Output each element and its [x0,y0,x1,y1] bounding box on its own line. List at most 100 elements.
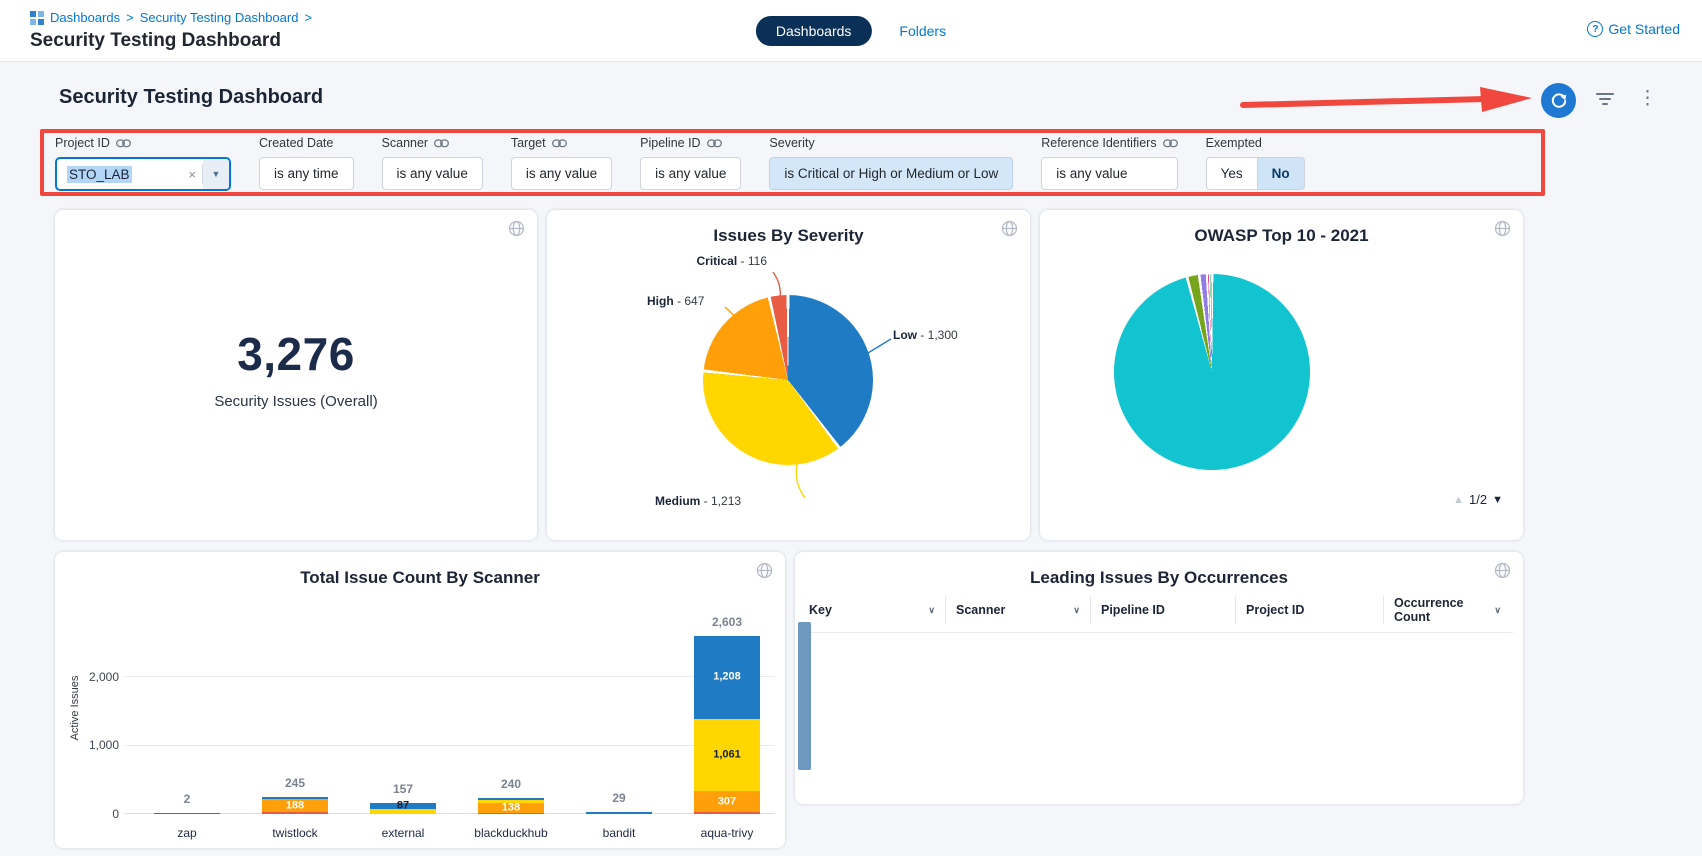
column-header-project-id[interactable]: Project ID [1235,596,1383,624]
bar-zap[interactable] [154,813,220,814]
page-up-icon[interactable]: ▲ [1453,494,1464,506]
owasp-pie-chart[interactable] [1114,274,1310,470]
breadcrumb-separator: > [126,10,134,25]
get-started-link[interactable]: ? Get Started [1587,21,1680,37]
bar-segment-high[interactable]: 307 [694,791,760,812]
filter-severity: Severity is Critical or High or Medium o… [769,136,1013,190]
x-axis-label-bandit: bandit [565,826,673,840]
page-title: Security Testing Dashboard [30,30,281,52]
bar-column-zap: 2zap [133,612,241,814]
breadcrumb: Dashboards > Security Testing Dashboard … [30,10,312,25]
project-id-value: STO_LAB [67,166,132,183]
bar-segment-high[interactable]: 138 [478,803,544,813]
bar-segment-critical[interactable] [262,812,328,814]
bar-segment-critical[interactable] [694,812,760,814]
target-chip[interactable]: is any value [511,157,612,190]
breadcrumb-separator: > [304,10,312,25]
severity-pie-chart[interactable] [703,295,873,465]
breadcrumb-link-current[interactable]: Security Testing Dashboard [140,10,299,25]
scanner-chip[interactable]: is any value [382,157,483,190]
clear-icon[interactable]: × [182,167,202,182]
globe-icon [1001,220,1018,237]
bar-blackduckhub[interactable]: 138 [478,798,544,814]
filter-label: Created Date [259,136,333,150]
card-total-issue-count-by-scanner: Total Issue Count By Scanner Active Issu… [55,552,785,848]
bar-segment-low[interactable]: 87 [370,803,436,809]
bar-column-external: 15787external [349,612,457,814]
column-header-key[interactable]: Key∨ [807,596,945,624]
bar-segment-value: 307 [694,796,760,807]
card-owasp-top-10: OWASP Top 10 - 2021 ▲ 1/2 ▼ [1040,210,1523,540]
pipeline-id-chip[interactable]: is any value [640,157,741,190]
bar-twistlock[interactable]: 188 [262,797,328,814]
filter-label: Severity [769,136,814,150]
bar-total-label: 29 [565,791,673,805]
bar-segment-medium[interactable]: 1,061 [694,719,760,792]
column-header-pipeline-id[interactable]: Pipeline ID [1090,596,1235,624]
help-icon: ? [1587,21,1603,37]
x-axis-label-external: external [349,826,457,840]
callout-high: High - 647 [647,294,704,308]
card-title: Issues By Severity [547,226,1030,246]
card-issues-by-severity: Issues By Severity Critical - 116 High -… [547,210,1030,540]
card-title: OWASP Top 10 - 2021 [1040,226,1523,246]
bar-segment-value: 1,061 [694,749,760,760]
filter-label: Scanner [382,136,429,150]
bar-total-label: 2,603 [673,615,781,629]
bar-segment-low[interactable]: 1,208 [694,636,760,719]
bar-bandit[interactable] [586,812,652,814]
card-security-issues-overall: 3,276 Security Issues (Overall) [55,210,537,540]
exempted-toggle: Yes No [1206,157,1305,190]
bar-segment-low[interactable] [154,813,220,814]
created-date-chip[interactable]: is any time [259,157,354,190]
kebab-menu-icon[interactable]: ⋮ [1638,88,1657,110]
x-axis-label-twistlock: twistlock [241,826,349,840]
project-id-input[interactable]: STO_LAB × ▼ [55,157,231,191]
bar-segment-value: 188 [262,800,328,811]
column-header-occurrence-count[interactable]: Occurrence Count∨ [1383,596,1511,624]
dashboard-filters-icon[interactable] [1595,93,1615,109]
dashboards-grid-icon [30,11,44,25]
severity-chip[interactable]: is Critical or High or Medium or Low [769,157,1013,190]
bar-segment-high[interactable]: 188 [262,799,328,812]
breadcrumb-link-dashboards[interactable]: Dashboards [50,10,120,25]
filter-exempted: Exempted Yes No [1206,136,1305,190]
y-tick-0: 0 [73,807,119,821]
exempted-no-button[interactable]: No [1257,157,1305,190]
filter-label: Target [511,136,546,150]
filter-target: Target is any value [511,136,612,190]
dropdown-caret-icon[interactable]: ▼ [203,159,229,189]
callout-critical: Critical - 116 [667,254,767,268]
bar-total-label: 245 [241,776,349,790]
security-issues-label: Security Issues (Overall) [214,393,377,410]
exempted-yes-button[interactable]: Yes [1206,157,1257,190]
refresh-icon [1550,92,1568,110]
tab-dashboards[interactable]: Dashboards [756,16,872,46]
owasp-pagination: ▲ 1/2 ▼ [1453,492,1503,507]
bar-segment-value: 1,208 [694,672,760,683]
chevron-down-icon: ∨ [1073,605,1080,616]
refresh-button[interactable] [1541,83,1576,118]
security-issues-total: 3,276 [237,327,355,381]
filter-label: Project ID [55,136,110,150]
callout-low: Low - 1,300 [893,328,958,342]
bar-column-twistlock: 245188twistlock [241,612,349,814]
y-tick-1000: 1,000 [73,738,119,752]
bar-segment-low[interactable] [586,812,652,814]
link-icon [116,139,131,148]
filter-scanner: Scanner is any value [382,136,483,190]
reference-identifiers-chip[interactable]: is any value [1041,157,1177,190]
page-down-icon[interactable]: ▼ [1492,494,1503,506]
bar-aqua-trivy[interactable]: 1,208 1,061 307 [694,636,760,814]
bar-column-aqua-trivy: 2,6031,2081,061307aqua-trivy [673,612,781,814]
bar-external[interactable]: 87 [370,803,436,814]
callout-medium: Medium - 1,213 [655,494,741,508]
filter-reference-identifiers: Reference Identifiers is any value [1041,136,1177,190]
link-icon [552,139,567,148]
filter-project-id: Project ID STO_LAB × ▼ [55,136,231,191]
filter-label: Exempted [1206,136,1262,150]
link-icon [434,139,449,148]
column-header-scanner[interactable]: Scanner∨ [945,596,1090,624]
tab-folders[interactable]: Folders [899,23,946,39]
chevron-down-icon: ∨ [1494,605,1501,616]
